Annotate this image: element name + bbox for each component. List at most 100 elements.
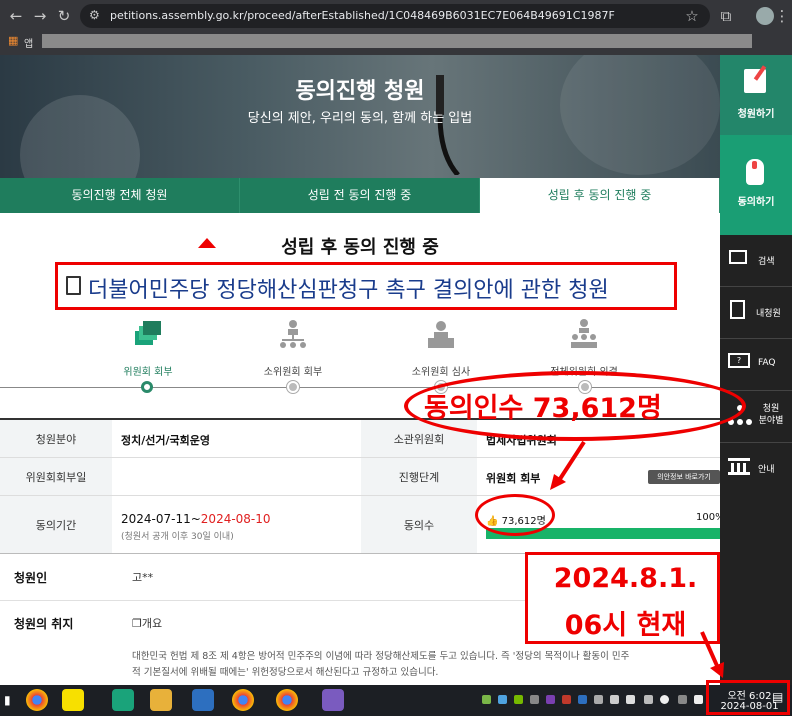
tray-icon[interactable]	[546, 695, 555, 704]
sidebar-item-faq[interactable]: ? FAQ	[720, 339, 792, 391]
sidebar-label-agree: 동의하기	[737, 197, 775, 208]
sidebar-label-guide: 안내	[758, 465, 775, 475]
bookmark-star-icon[interactable]: ☆	[682, 6, 702, 26]
purpose-label: 청원의 취지	[14, 617, 74, 631]
reload-icon[interactable]: ↻	[54, 6, 74, 26]
sidebar-item-guide[interactable]: 안내	[720, 443, 792, 495]
petitioner-value: 고**	[132, 571, 154, 584]
address-bar[interactable]: ⚙ petitions.assembly.go.kr/proceed/after…	[80, 4, 710, 28]
back-icon[interactable]: ←	[6, 6, 26, 26]
annotation-date-text: 2024.8.1.	[553, 563, 698, 594]
subcommittee-referral-icon	[280, 320, 306, 348]
period-range: 2024-07-11~2024-08-10	[121, 512, 271, 526]
tray-icon[interactable]	[610, 695, 619, 704]
sidebar-label-my-petitions: 내청원	[756, 309, 781, 319]
tab-after-establishment[interactable]: 성립 후 동의 진행 중	[480, 178, 720, 213]
period-note: (청원서 공개 이후 30일 이내)	[121, 532, 234, 542]
step-label-committee-referral: 위원회 회부	[123, 367, 173, 378]
document-icon	[66, 276, 81, 295]
faq-monitor-icon: ?	[728, 353, 750, 368]
bookmarks-redacted	[42, 34, 752, 48]
url-text: petitions.assembly.go.kr/proceed/afterEs…	[110, 9, 615, 22]
tab-all-petitions[interactable]: 동의진행 전체 청원	[0, 178, 240, 213]
status-heading: 성립 후 동의 진행 중	[281, 237, 439, 258]
purpose-text-line: 적 기본질서에 위배될 때에는' 위헌정당으로서 해산된다고 규정하고 있습니다…	[132, 667, 439, 678]
annotation-time-box: 2024.8.1. 06시 현재	[525, 552, 720, 644]
hero-subtitle: 당신의 제안, 우리의 동의, 함께 하는 입법	[247, 111, 473, 126]
right-sidebar: 청원하기 동의하기 검색 내청원 ? FAQ 청원 분야별 안내	[720, 55, 792, 685]
tray-icon[interactable]	[660, 695, 669, 704]
field-value: 정치/선거/국회운영	[121, 434, 210, 447]
forward-icon[interactable]: →	[30, 6, 50, 26]
sidebar-label-search: 검색	[758, 257, 775, 267]
pencil-doc-icon	[744, 65, 767, 93]
tray-icon[interactable]	[530, 695, 539, 704]
purpose-text-line: 대한민국 헌법 제 8조 제 4항은 방어적 민주주의 이념에 따라 정당해산제…	[132, 651, 630, 662]
step-label-subcommittee-referral: 소위원회 회부	[263, 367, 323, 378]
sidebar-item-write-petition[interactable]: 청원하기	[720, 55, 792, 135]
search-monitor-icon	[729, 250, 747, 264]
tray-icon[interactable]	[578, 695, 587, 704]
chrome-icon[interactable]	[26, 689, 48, 711]
period-start: 2024-07-11~	[121, 512, 201, 526]
stage-value: 위원회 회부	[486, 472, 541, 485]
annotation-arrow-icon	[550, 440, 586, 490]
sidebar-label-by-field: 청원 분야별	[758, 404, 784, 426]
annotation-clock-box	[706, 680, 790, 715]
kakaotalk-icon[interactable]	[62, 689, 84, 711]
committee-referral-icon	[135, 321, 161, 345]
table-row: 위원회회부일 진행단계 위원회 회부 의안정보 바로가기	[0, 458, 720, 496]
stage-label: 진행단계	[361, 458, 477, 495]
tray-icon[interactable]	[498, 695, 507, 704]
count-label: 동의수	[361, 496, 477, 553]
committee-info-button[interactable]: 의안정보 바로가기	[648, 470, 720, 484]
app-s-icon[interactable]	[112, 689, 134, 711]
my-doc-icon	[730, 300, 745, 319]
sidebar-item-search[interactable]: 검색	[720, 235, 792, 287]
menu-icon[interactable]: ⋮	[772, 6, 792, 26]
browser-chrome: ← → ↻ ⚙ petitions.assembly.go.kr/proceed…	[0, 0, 792, 55]
period-end: 2024-08-10	[200, 512, 271, 526]
tray-icon[interactable]	[562, 695, 571, 704]
apps-label[interactable]: 앱	[24, 35, 33, 50]
purpose-heading: ❐개요	[132, 617, 163, 630]
chrome-icon[interactable]	[232, 689, 254, 711]
step-dot-active	[141, 381, 153, 393]
chrome-icon[interactable]	[276, 689, 298, 711]
full-committee-icon	[571, 319, 597, 348]
petition-tabs: 동의진행 전체 청원 성립 전 동의 진행 중 성립 후 동의 진행 중	[0, 178, 720, 213]
sidebar-item-agree[interactable]: 동의하기	[720, 135, 792, 235]
site-info-icon[interactable]: ⚙	[89, 8, 100, 22]
tray-icon[interactable]	[694, 695, 703, 704]
bookmarks-bar: ▦ 앱	[0, 32, 792, 50]
start-icon[interactable]: ▮	[4, 693, 16, 707]
tray-icon[interactable]	[514, 695, 523, 704]
windows-taskbar: ▮	[0, 685, 792, 716]
hero-title: 동의진행 청원	[295, 79, 425, 104]
table-row: 동의기간 2024-07-11~2024-08-10 (청원서 공개 이후 30…	[0, 496, 725, 554]
tray-icon[interactable]	[678, 695, 687, 704]
sidebar-label-write-petition: 청원하기	[737, 109, 775, 120]
annotation-count-text: 동의인수 73,612명	[424, 393, 662, 424]
tab-before-establishment[interactable]: 성립 전 동의 진행 중	[240, 178, 480, 213]
file-explorer-icon[interactable]	[150, 689, 172, 711]
sidebar-item-my-petitions[interactable]: 내청원	[720, 287, 792, 339]
tray-icon[interactable]	[482, 695, 491, 704]
app-icon[interactable]	[322, 689, 344, 711]
annotation-time-text: 06시 현재	[564, 610, 687, 641]
annotation-oval-small	[475, 494, 555, 536]
browser-navbar: ← → ↻ ⚙ petitions.assembly.go.kr/proceed…	[0, 0, 792, 32]
tray-icon[interactable]	[594, 695, 603, 704]
building-icon	[728, 458, 750, 475]
field-label: 청원분야	[0, 420, 112, 457]
tray-icon[interactable]	[626, 695, 635, 704]
period-label: 동의기간	[0, 496, 112, 553]
step-dot	[287, 381, 299, 393]
subcommittee-review-icon	[428, 321, 454, 348]
apps-grid-icon[interactable]: ▦	[8, 34, 18, 47]
hero-banner: 동의진행 청원 당신의 제안, 우리의 동의, 함께 하는 입법	[0, 55, 720, 178]
petition-title: 더불어민주당 정당해산심판청구 촉구 결의안에 관한 청원	[88, 278, 609, 303]
tray-icon[interactable]	[644, 695, 653, 704]
extensions-icon[interactable]: ⧉	[716, 6, 736, 26]
hangul-icon[interactable]	[192, 689, 214, 711]
